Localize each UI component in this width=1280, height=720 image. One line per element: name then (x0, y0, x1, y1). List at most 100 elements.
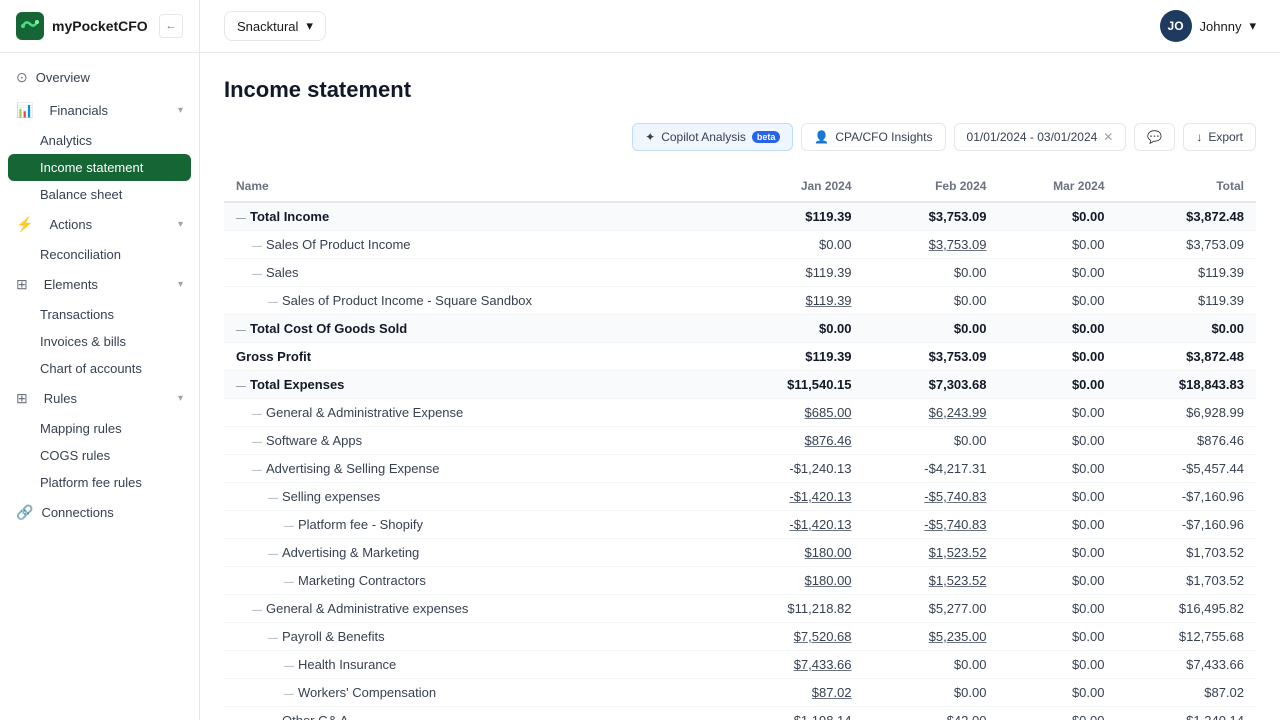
row-total: $16,495.82 (1117, 595, 1257, 623)
back-button[interactable]: ← (159, 14, 183, 38)
copilot-analysis-button[interactable]: ✦ Copilot Analysis beta (632, 123, 793, 151)
sidebar-item-platform-fee-rules[interactable]: Platform fee rules (0, 469, 199, 496)
export-button[interactable]: ↓ Export (1183, 123, 1256, 151)
row-jan[interactable]: -$1,420.13 (725, 511, 863, 539)
row-feb: $3,753.09 (864, 343, 999, 371)
date-range-button[interactable]: 01/01/2024 - 03/01/2024 ✕ (954, 123, 1127, 151)
row-feb: $5,277.00 (864, 595, 999, 623)
row-jan: -$1,240.13 (725, 455, 863, 483)
row-total: -$7,160.96 (1117, 511, 1257, 539)
beta-badge: beta (752, 131, 781, 143)
row-jan[interactable]: $685.00 (725, 399, 863, 427)
row-total: $6,928.99 (1117, 399, 1257, 427)
company-selector[interactable]: Snacktural ▾ (224, 11, 326, 41)
row-feb[interactable]: $42.00 (864, 707, 999, 720)
row-name: —Marketing Contractors (224, 567, 725, 595)
row-jan: $11,540.15 (725, 371, 863, 399)
col-feb: Feb 2024 (864, 171, 999, 202)
sidebar-item-mapping-rules[interactable]: Mapping rules (0, 415, 199, 442)
row-name: —Total Income (224, 202, 725, 231)
table-row: —Marketing Contractors $180.00 $1,523.52… (224, 567, 1256, 595)
row-name: —Sales Of Product Income (224, 231, 725, 259)
table-row: —Total Income $119.39 $3,753.09 $0.00 $3… (224, 202, 1256, 231)
financials-icon: 📊 (16, 102, 33, 119)
page-title: Income statement (224, 77, 1256, 103)
sidebar-item-balance-sheet[interactable]: Balance sheet (0, 181, 199, 208)
sidebar-item-invoices-bills[interactable]: Invoices & bills (0, 328, 199, 355)
collapse-icon: — (252, 241, 262, 252)
sidebar-item-reconciliation[interactable]: Reconciliation (0, 241, 199, 268)
sidebar-item-income-statement[interactable]: Income statement (8, 154, 191, 181)
toolbar: ✦ Copilot Analysis beta 👤 CPA/CFO Insigh… (224, 123, 1256, 151)
sidebar-header: myPocketCFO ← (0, 0, 199, 53)
table-header-row: Name Jan 2024 Feb 2024 Mar 2024 Total (224, 171, 1256, 202)
row-total: $119.39 (1117, 259, 1257, 287)
sidebar-item-overview[interactable]: ⊙ Overview (0, 61, 199, 94)
collapse-icon: — (252, 605, 262, 616)
row-name: —Software & Apps (224, 427, 725, 455)
row-mar: $0.00 (998, 623, 1116, 651)
row-name: Gross Profit (224, 343, 725, 371)
export-icon: ↓ (1196, 130, 1202, 144)
row-name: —Payroll & Benefits (224, 623, 725, 651)
row-feb[interactable]: -$5,740.83 (864, 511, 999, 539)
row-total: $3,872.48 (1117, 202, 1257, 231)
sidebar-item-actions[interactable]: ⚡ Actions ▾ (0, 208, 199, 241)
collapse-icon: — (252, 465, 262, 476)
sidebar-item-elements[interactable]: ⊞ Elements ▾ (0, 268, 199, 301)
copilot-icon: ✦ (645, 130, 655, 144)
row-feb[interactable]: -$5,740.83 (864, 483, 999, 511)
row-feb[interactable]: $3,753.09 (864, 231, 999, 259)
comment-icon: 💬 (1147, 130, 1162, 144)
user-menu[interactable]: JO Johnny ▾ (1160, 10, 1256, 42)
comment-button[interactable]: 💬 (1134, 123, 1175, 151)
main-area: Snacktural ▾ JO Johnny ▾ Income statemen… (200, 0, 1280, 720)
row-jan[interactable]: $180.00 (725, 539, 863, 567)
cpa-insights-button[interactable]: 👤 CPA/CFO Insights (801, 123, 945, 151)
row-mar: $0.00 (998, 567, 1116, 595)
row-feb[interactable]: $6,243.99 (864, 399, 999, 427)
row-jan[interactable]: $876.46 (725, 427, 863, 455)
table-row: —Sales $119.39 $0.00 $0.00 $119.39 (224, 259, 1256, 287)
sidebar-item-transactions[interactable]: Transactions (0, 301, 199, 328)
row-name: —Advertising & Selling Expense (224, 455, 725, 483)
sidebar-item-rules[interactable]: ⊞ Rules ▾ (0, 382, 199, 415)
row-name: —Workers' Compensation (224, 679, 725, 707)
company-name: Snacktural (237, 19, 298, 34)
row-jan[interactable]: $7,433.66 (725, 651, 863, 679)
sidebar-item-connections[interactable]: 🔗 Connections (0, 496, 199, 529)
row-mar: $0.00 (998, 427, 1116, 455)
sidebar-item-analytics[interactable]: Analytics (0, 127, 199, 154)
sidebar-item-chart-of-accounts[interactable]: Chart of accounts (0, 355, 199, 382)
row-jan[interactable]: $1,198.14 (725, 707, 863, 720)
row-total: -$5,457.44 (1117, 455, 1257, 483)
row-jan[interactable]: $7,520.68 (725, 623, 863, 651)
row-feb: -$4,217.31 (864, 455, 999, 483)
table-row: —Advertising & Marketing $180.00 $1,523.… (224, 539, 1256, 567)
row-jan[interactable]: -$1,420.13 (725, 483, 863, 511)
collapse-icon: — (252, 269, 262, 280)
row-jan[interactable]: $87.02 (725, 679, 863, 707)
row-total: $1,240.14 (1117, 707, 1257, 720)
row-feb[interactable]: $1,523.52 (864, 567, 999, 595)
row-mar: $0.00 (998, 399, 1116, 427)
table-row: —Sales of Product Income - Square Sandbo… (224, 287, 1256, 315)
row-jan[interactable]: $180.00 (725, 567, 863, 595)
income-statement-table: Name Jan 2024 Feb 2024 Mar 2024 Total —T… (224, 171, 1256, 720)
row-name: —Selling expenses (224, 483, 725, 511)
col-mar: Mar 2024 (998, 171, 1116, 202)
topbar: Snacktural ▾ JO Johnny ▾ (200, 0, 1280, 53)
collapse-icon: — (284, 521, 294, 532)
sidebar-item-financials[interactable]: 📊 Financials ▾ (0, 94, 199, 127)
row-jan: $11,218.82 (725, 595, 863, 623)
collapse-icon: — (284, 689, 294, 700)
row-jan[interactable]: $119.39 (725, 287, 863, 315)
row-feb[interactable]: $1,523.52 (864, 539, 999, 567)
row-name: —Total Expenses (224, 371, 725, 399)
row-jan: $119.39 (725, 202, 863, 231)
row-name: —General & Administrative Expense (224, 399, 725, 427)
row-total: $87.02 (1117, 679, 1257, 707)
row-feb[interactable]: $5,235.00 (864, 623, 999, 651)
sidebar-item-cogs-rules[interactable]: COGS rules (0, 442, 199, 469)
collapse-icon: — (284, 577, 294, 588)
